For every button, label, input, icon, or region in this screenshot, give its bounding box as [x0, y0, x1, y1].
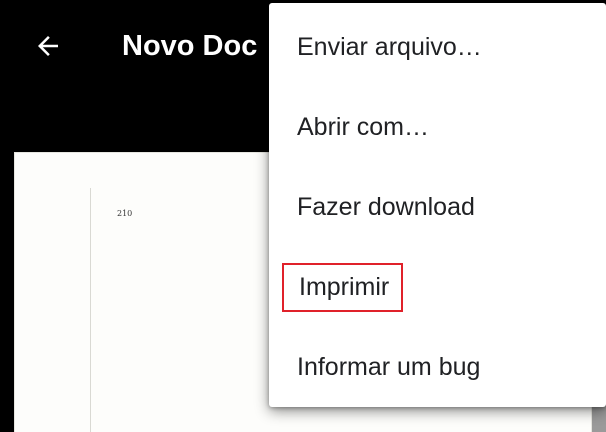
menu-item-label: Imprimir	[282, 262, 404, 312]
menu-item-label: Enviar arquivo…	[297, 32, 482, 61]
menu-item-label: Fazer download	[297, 192, 475, 221]
arrow-back-icon	[33, 31, 63, 61]
back-button[interactable]	[22, 20, 74, 72]
menu-item-open-with[interactable]: Abrir com…	[269, 87, 606, 167]
menu-item-print[interactable]: Imprimir	[269, 247, 606, 327]
document-title: Novo Doc	[122, 30, 258, 62]
page-fold-line	[90, 188, 91, 432]
menu-item-label: Informar um bug	[297, 352, 481, 381]
menu-item-send-file[interactable]: Enviar arquivo…	[269, 7, 606, 87]
menu-item-report-bug[interactable]: Informar um bug	[269, 327, 606, 407]
menu-item-label: Abrir com…	[297, 112, 429, 141]
menu-item-download[interactable]: Fazer download	[269, 167, 606, 247]
screen: Novo Doc 210 Enviar arquivo… Abrir com… …	[0, 0, 606, 432]
overflow-menu: Enviar arquivo… Abrir com… Fazer downloa…	[269, 3, 606, 407]
page-number: 210	[117, 209, 133, 218]
